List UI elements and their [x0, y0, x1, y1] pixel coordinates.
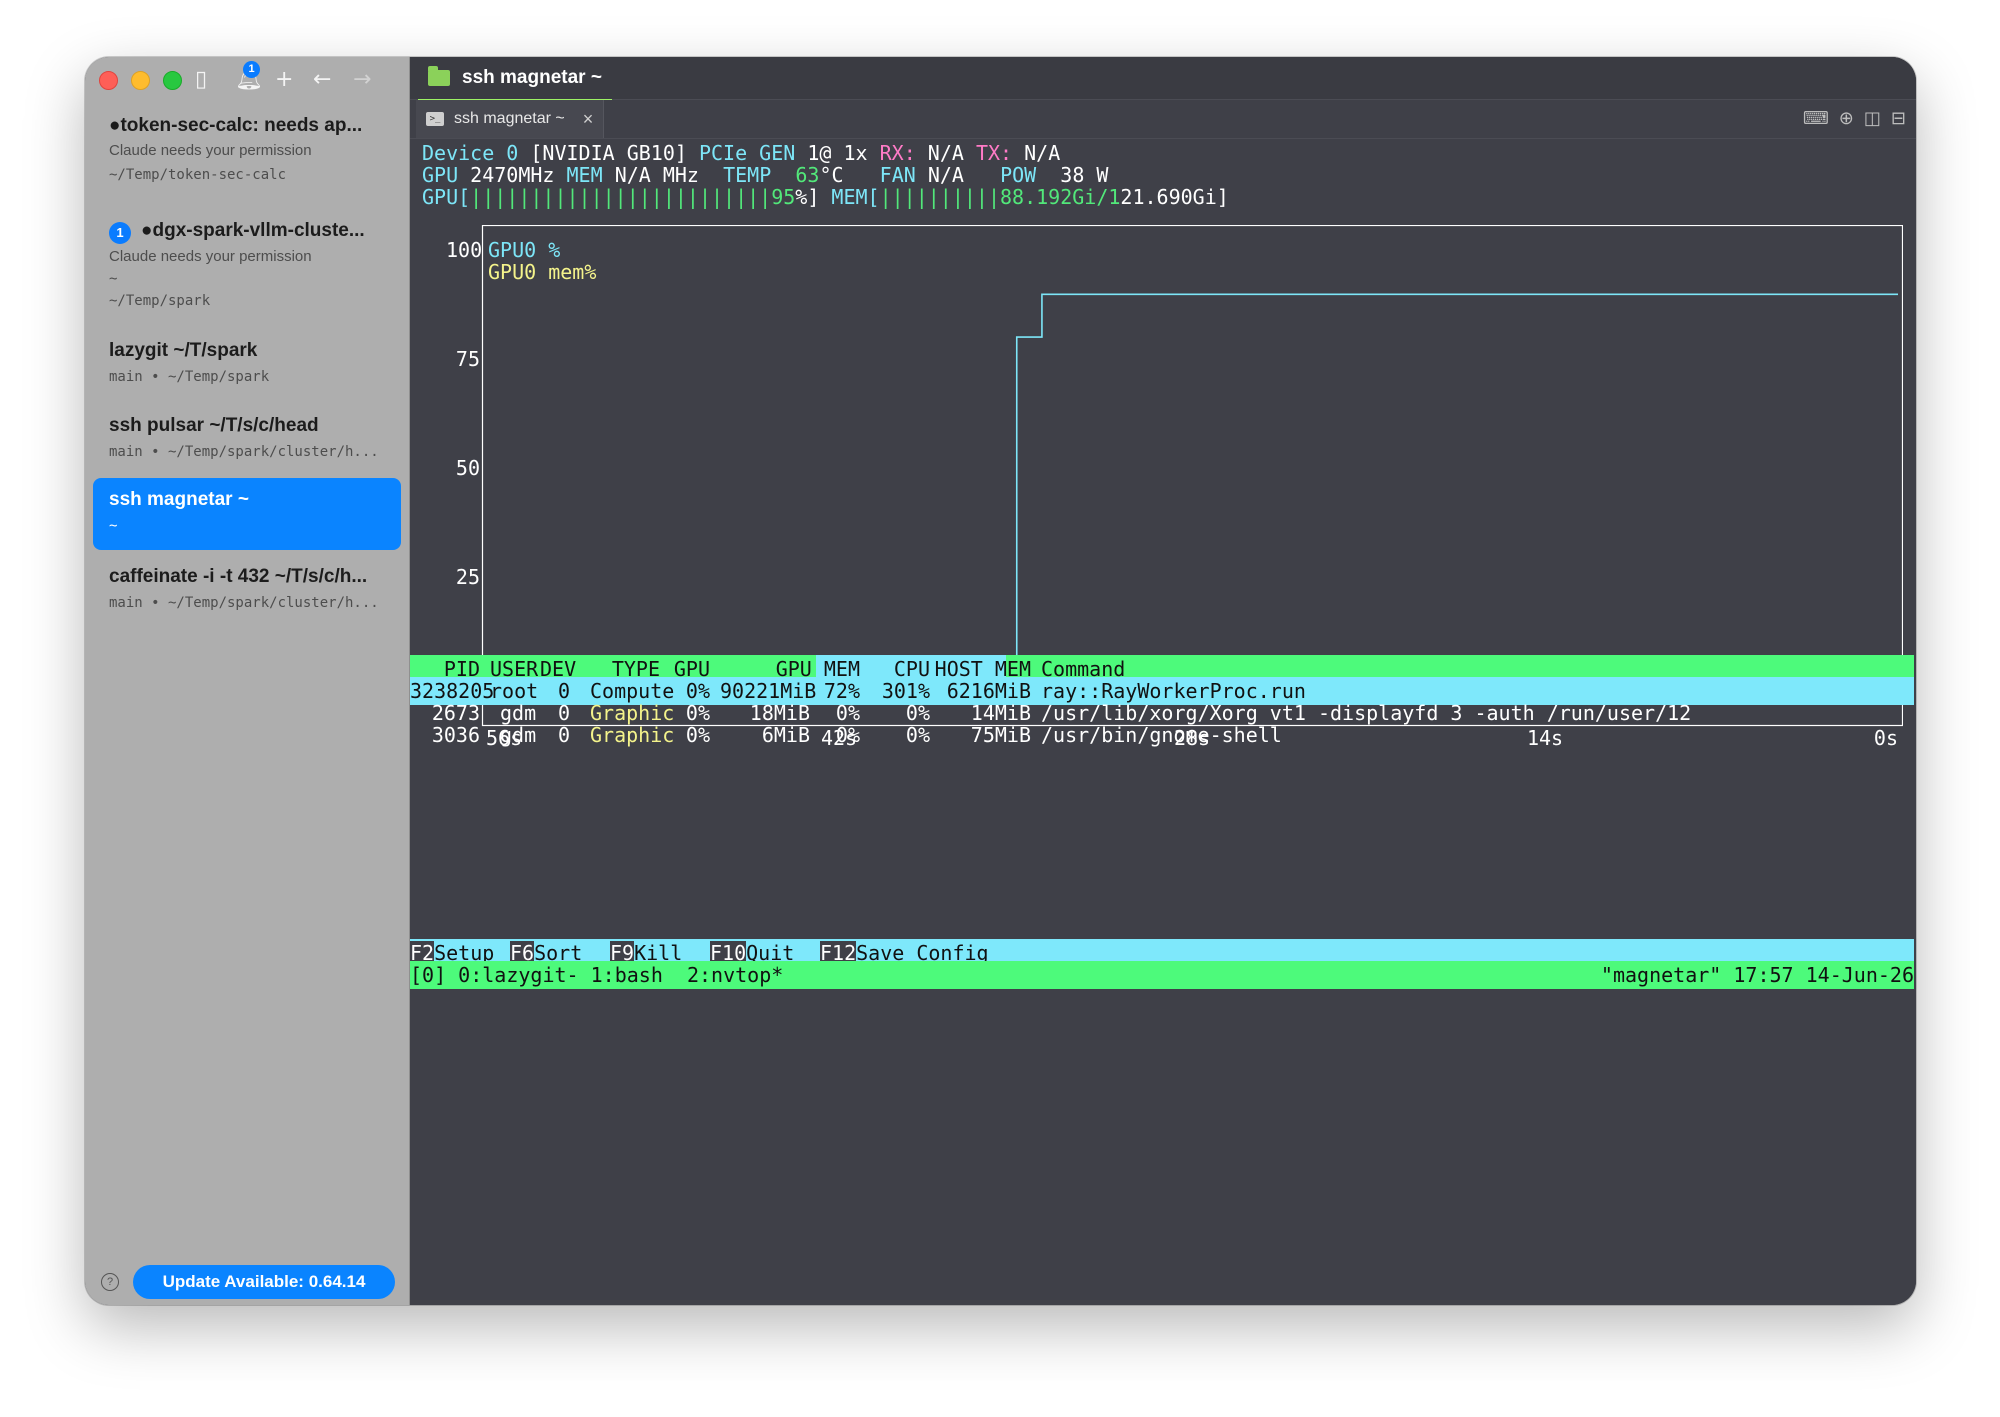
help-icon[interactable]: ? — [101, 1273, 119, 1291]
app-window: ▯ 🔔︎ 1 + ← → ●token-sec-calc: needs ap..… — [85, 57, 1916, 1305]
folder-icon — [428, 66, 450, 86]
close-window-button[interactable] — [99, 71, 118, 90]
globe-icon[interactable]: ⊕ — [1839, 109, 1854, 129]
gpu-usage-chart: 56s42s28s14s0s 100 75 50 25 0 GPU0 % GPU… — [446, 224, 1904, 843]
terminal-content[interactable]: Device 0 [NVIDIA GB10] PCIe GEN 1@ 1x RX… — [410, 139, 1916, 1305]
tmux-status-bar: [0] 0:lazygit- 1:bash 2:nvtop* "magnetar… — [410, 961, 1914, 989]
workspace-path: ~/Temp/spark — [109, 293, 211, 309]
workspace-path: ~/Temp/token-sec-calc — [109, 167, 287, 183]
zoom-window-button[interactable] — [163, 71, 182, 90]
workspace-branch: ~ — [109, 271, 118, 287]
forward-arrow-icon[interactable]: → — [353, 67, 371, 93]
terminal-tab-label: ssh magnetar ~ — [454, 110, 565, 127]
y-tick-label: 100 — [446, 238, 483, 262]
y-tick-label: 50 — [455, 456, 480, 480]
tmux-window-list[interactable]: [0] 0:lazygit- 1:bash 2:nvtop* — [410, 961, 783, 989]
user-cell: gdm — [500, 723, 537, 747]
terminal-tab[interactable]: >_ ssh magnetar ~ × — [416, 100, 605, 138]
dev-cell: 0 — [557, 723, 570, 747]
workspace-item[interactable]: caffeinate -i -t 432 ~/T/s/c/h... main •… — [93, 563, 401, 623]
workspace-item[interactable]: ssh pulsar ~/T/s/c/head main • ~/Temp/sp… — [93, 412, 401, 472]
gpu-cell: 0% — [685, 723, 710, 747]
terminal-area: ssh magnetar ~ >_ ssh magnetar ~ × ⌨ ⊕ ◫… — [410, 57, 1916, 1305]
workspace-item[interactable]: 1 ●dgx-spark-vllm-cluste... Claude needs… — [93, 215, 401, 315]
split-horizontal-icon[interactable]: ⊟ — [1891, 109, 1906, 129]
workspace-tab[interactable]: ssh magnetar ~ — [418, 57, 612, 101]
chart-svg: 56s42s28s14s0s — [481, 224, 1904, 750]
workspace-item[interactable]: ●token-sec-calc: needs ap... Claude need… — [93, 109, 401, 183]
host-mem-cell: 75MiB — [970, 723, 1031, 747]
workspace-title: ●dgx-spark-vllm-cluste... — [141, 220, 365, 241]
close-tab-icon[interactable]: × — [583, 109, 594, 130]
table-row[interactable]: 3036 gdm 0 Graphic 0% 6MiB 0% 0% 75MiB /… — [410, 721, 1914, 749]
usage-bars-line: GPU[|||||||||||||||||||||||||95%] MEM[||… — [422, 185, 1229, 209]
terminal-icon: >_ — [426, 112, 444, 126]
type-cell: Graphic — [590, 723, 675, 747]
command-cell: /usr/bin/gnome-shell — [1041, 723, 1282, 747]
workspace-status: Claude needs your permission — [109, 142, 312, 159]
workspace-path: main • ~/Temp/spark/cluster/h... — [109, 444, 379, 460]
workspace-item-active[interactable]: ssh magnetar ~ ~ — [93, 478, 401, 550]
workspace-path: ~ — [109, 518, 118, 534]
workspace-title: ●token-sec-calc: needs ap... — [109, 115, 363, 136]
workspace-item[interactable]: lazygit ~/T/spark main • ~/Temp/spark — [93, 337, 401, 397]
split-vertical-icon[interactable]: ◫ — [1864, 109, 1881, 129]
gpu-mem-pct-cell: 0% — [835, 723, 860, 747]
series-gpu-percent-line — [488, 293, 1898, 701]
sidebar: ▯ 🔔︎ 1 + ← → ●token-sec-calc: needs ap..… — [85, 57, 410, 1305]
notification-badge: 1 — [243, 61, 260, 78]
minimize-window-button[interactable] — [131, 71, 150, 90]
tmux-host-clock: "magnetar" 17:57 14-Jun-26 — [1600, 963, 1914, 987]
workspace-tab-bar: ssh magnetar ~ — [410, 57, 1916, 101]
new-terminal-icon[interactable]: ⌨ — [1803, 109, 1829, 129]
surface-tab-bar: >_ ssh magnetar ~ × ⌨ ⊕ ◫ ⊟ — [410, 100, 1916, 139]
workspace-title: ssh pulsar ~/T/s/c/head — [109, 415, 319, 436]
workspace-tab-label: ssh magnetar ~ — [462, 67, 602, 88]
y-tick-label: 75 — [455, 347, 480, 371]
unread-badge: 1 — [109, 222, 131, 244]
cpu-cell: 0% — [905, 723, 930, 747]
workspace-status: Claude needs your permission — [109, 248, 312, 265]
workspace-title: caffeinate -i -t 432 ~/T/s/c/h... — [109, 566, 368, 587]
update-available-button[interactable]: Update Available: 0.64.14 — [133, 1265, 395, 1299]
workspace-title: ssh magnetar ~ — [109, 489, 249, 510]
y-tick-label: 25 — [455, 565, 480, 589]
workspace-path: main • ~/Temp/spark — [109, 369, 270, 385]
traffic-lights — [99, 71, 182, 90]
pid-cell: 3036 — [431, 723, 480, 747]
pane-actions: ⌨ ⊕ ◫ ⊟ — [1803, 109, 1906, 129]
workspace-path: main • ~/Temp/spark/cluster/h... — [109, 595, 379, 611]
chart-frame — [481, 224, 1904, 727]
gpu-mem-cell: 6MiB — [761, 723, 810, 747]
legend-gpu-mem-percent: GPU0 mem% — [488, 260, 597, 284]
back-arrow-icon[interactable]: ← — [313, 67, 331, 93]
workspace-title: lazygit ~/T/spark — [109, 340, 258, 361]
new-workspace-icon[interactable]: + — [275, 67, 293, 93]
sidebar-toggle-icon[interactable]: ▯ — [195, 67, 207, 93]
